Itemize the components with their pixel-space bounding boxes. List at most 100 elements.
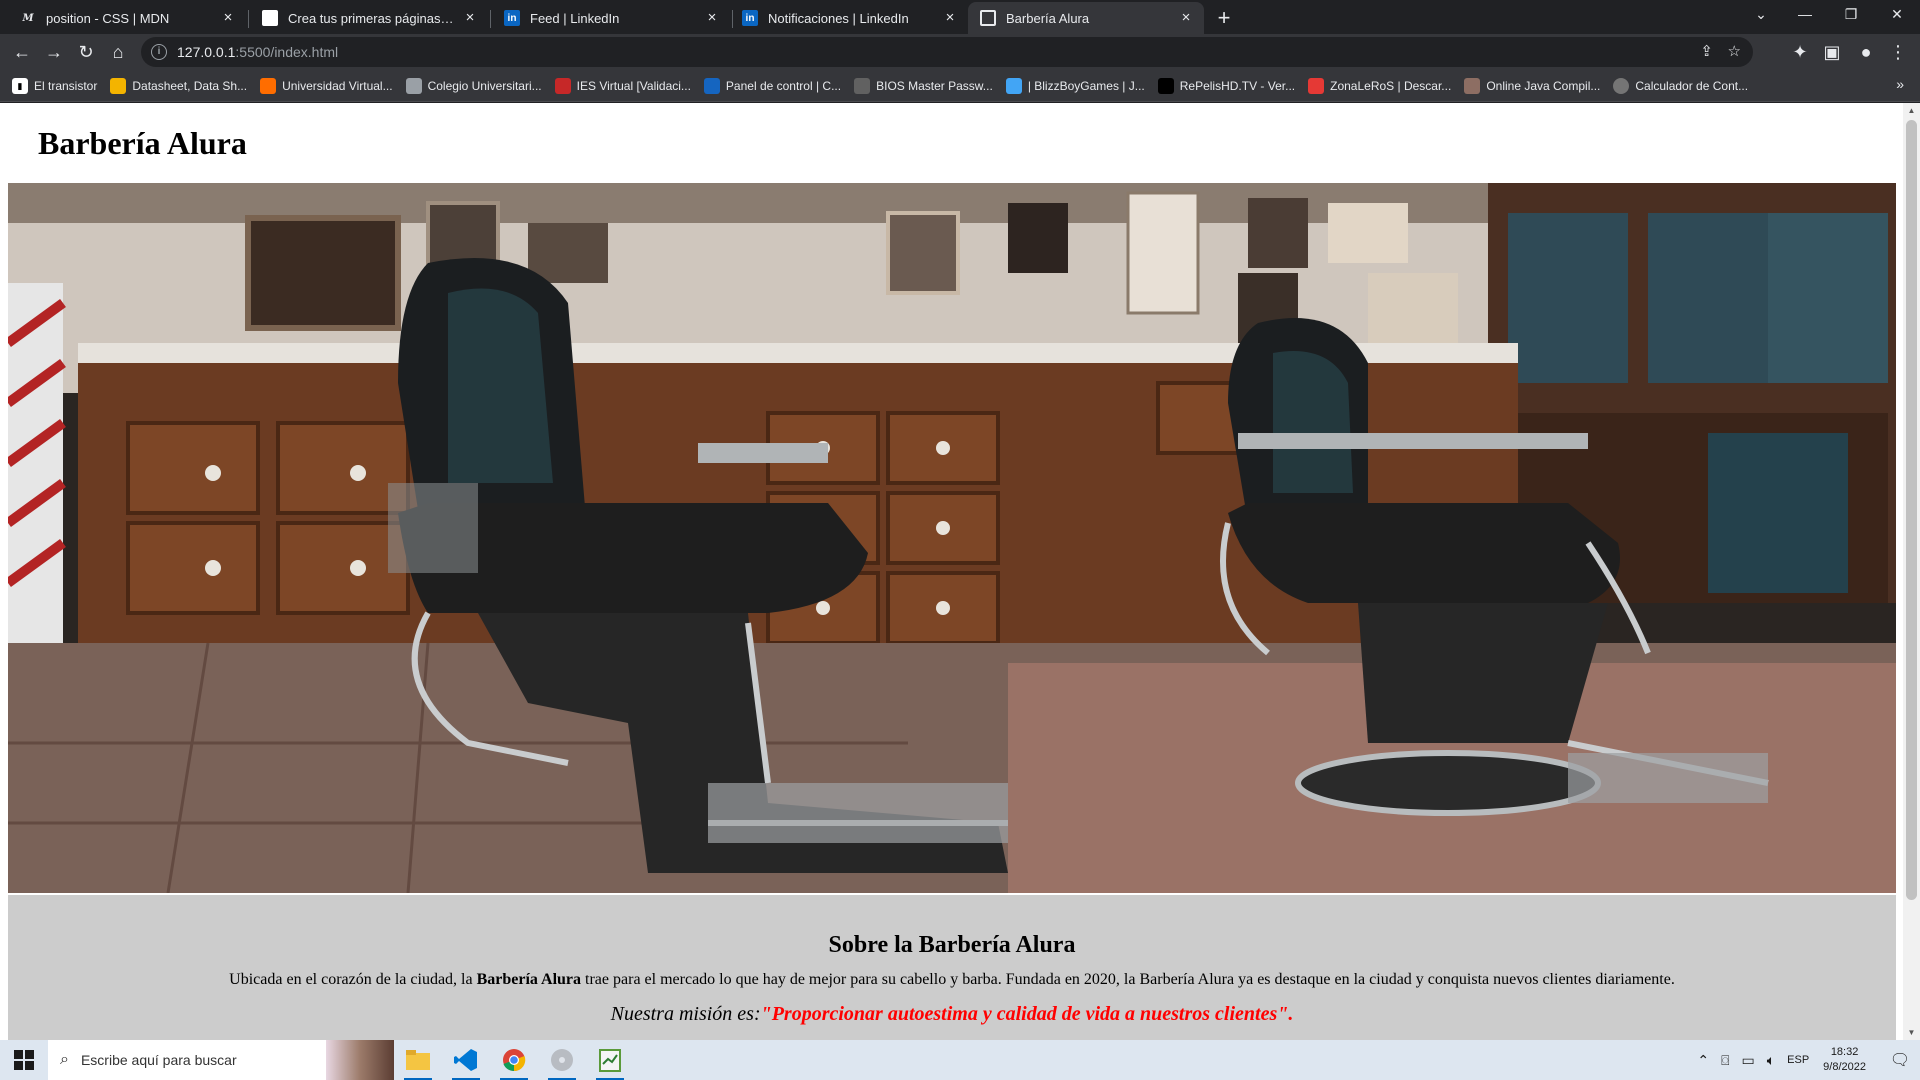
home-button[interactable]: ⌂ bbox=[104, 38, 132, 66]
about-description: Ubicada en el corazón de la ciudad, la B… bbox=[8, 971, 1896, 989]
description-text-end: trae para el mercado lo que hay de mejor… bbox=[581, 971, 1675, 988]
site-info-icon[interactable]: i bbox=[151, 44, 167, 60]
scroll-thumb[interactable] bbox=[1906, 120, 1917, 900]
mission-statement: Nuestra misión es:"Proporcionar autoesti… bbox=[8, 1003, 1896, 1026]
bookmark-item[interactable]: Universidad Virtual... bbox=[260, 77, 393, 94]
tab-linkedin-feed[interactable]: in Feed | LinkedIn × bbox=[492, 2, 730, 34]
profile-avatar[interactable]: ● bbox=[1852, 38, 1880, 66]
bookmark-label: Online Java Compil... bbox=[1486, 78, 1601, 93]
bookmark-item[interactable]: Online Java Compil... bbox=[1464, 77, 1601, 94]
page-viewport: Barbería Alura Sobre la Barbería Alura U… bbox=[0, 103, 1920, 1040]
mission-quote: "Proporcionar autoestima y calidad de vi… bbox=[760, 1003, 1294, 1025]
taskbar-search-box[interactable]: ⌕ Escribe aquí para buscar bbox=[48, 1040, 394, 1080]
back-button[interactable]: ← bbox=[8, 38, 36, 66]
minimize-button[interactable]: — bbox=[1782, 0, 1828, 30]
bookmark-favicon bbox=[1157, 77, 1174, 94]
bookmark-label: RePelisHD.TV - Ver... bbox=[1179, 78, 1296, 93]
notification-center-icon[interactable]: 🗨︎ bbox=[1880, 1040, 1920, 1080]
clock-date: 9/8/2022 bbox=[1823, 1061, 1866, 1073]
chrome-icon[interactable] bbox=[490, 1040, 538, 1080]
search-placeholder: Escribe aquí para buscar bbox=[80, 1052, 237, 1068]
tab-search-chevron-icon[interactable]: ⌄ bbox=[1738, 0, 1784, 30]
bookmark-label: Datasheet, Data Sh... bbox=[132, 78, 248, 93]
scroll-up-arrow-icon[interactable]: ▲ bbox=[1907, 106, 1916, 115]
notepad-icon[interactable] bbox=[586, 1040, 634, 1080]
address-bar[interactable]: i 127.0.0.1:5500/index.html ⇪ ☆ bbox=[141, 37, 1753, 67]
bookmark-star-icon[interactable]: ☆ bbox=[1728, 37, 1741, 67]
restore-button[interactable]: ❐ bbox=[1828, 0, 1874, 30]
bookmark-favicon bbox=[1613, 77, 1630, 94]
bookmark-favicon: ▮ bbox=[12, 77, 28, 94]
scroll-down-arrow-icon[interactable]: ▼ bbox=[1907, 1028, 1916, 1037]
bookmark-favicon bbox=[1308, 77, 1325, 94]
tab-barberia-alura[interactable]: Barbería Alura × bbox=[968, 2, 1204, 34]
forward-button[interactable]: → bbox=[40, 38, 68, 66]
tab-separator bbox=[248, 10, 249, 28]
tab-title: Notificaciones | LinkedIn bbox=[768, 10, 909, 26]
share-icon[interactable]: ⇪ bbox=[1700, 37, 1713, 67]
clock-time: 18:32 bbox=[1830, 1046, 1859, 1058]
page-header: Barbería Alura bbox=[0, 103, 1920, 183]
bookmarks-bar: ▮ El transistor Datasheet, Data Sh... Uni… bbox=[0, 70, 1920, 102]
browser-toolbar: ← → ↻ ⌂ i 127.0.0.1:5500/index.html ⇪ ☆ … bbox=[0, 34, 1920, 70]
start-button[interactable] bbox=[0, 1040, 48, 1080]
bookmark-label: | BlizzBoyGames | J... bbox=[1027, 78, 1145, 93]
more-bookmarks-icon[interactable]: » bbox=[1896, 76, 1904, 92]
bookmark-label: Universidad Virtual... bbox=[282, 78, 393, 93]
volume-icon[interactable]: 🔈︎ bbox=[1767, 1052, 1775, 1069]
bookmark-item[interactable]: RePelisHD.TV - Ver... bbox=[1157, 77, 1296, 94]
new-tab-button[interactable]: + bbox=[1210, 5, 1238, 33]
bookmark-item[interactable]: Panel de control | C... bbox=[703, 77, 842, 94]
tab-mdn[interactable]: M position - CSS | MDN × bbox=[8, 2, 246, 34]
reload-button[interactable]: ↻ bbox=[72, 38, 100, 66]
tab-alura-course[interactable]: Crea tus primeras páginas web e × bbox=[250, 2, 488, 34]
bookmark-item[interactable]: IES Virtual [Validaci... bbox=[554, 77, 691, 94]
bookmark-item[interactable]: Datasheet, Data Sh... bbox=[110, 77, 248, 94]
site-title: Barbería Alura bbox=[38, 124, 247, 161]
menu-kebab-icon[interactable]: ⋮ bbox=[1884, 38, 1912, 66]
side-panel-icon[interactable]: ▣ bbox=[1818, 38, 1846, 66]
tab-title: Crea tus primeras páginas web e bbox=[288, 10, 456, 26]
bookmark-item[interactable]: BIOS Master Passw... bbox=[854, 77, 993, 94]
camera-icon[interactable]: ⌼ bbox=[1721, 1052, 1729, 1069]
close-window-button[interactable]: ✕ bbox=[1874, 0, 1920, 30]
system-tray: ⌃ ⌼ ▭ 🔈︎ ESP 18:32 9/8/2022 🗨︎ bbox=[1691, 1040, 1920, 1080]
chevron-up-icon[interactable]: ⌃ bbox=[1697, 1052, 1709, 1069]
bookmark-label: ZonaLeRoS | Descar... bbox=[1330, 78, 1452, 93]
bookmark-item[interactable]: Calculador de Cont... bbox=[1613, 77, 1748, 94]
page-icon bbox=[262, 10, 278, 26]
close-icon[interactable]: × bbox=[942, 10, 958, 26]
bookmark-favicon bbox=[110, 77, 127, 94]
bookmark-favicon bbox=[405, 77, 422, 94]
mission-label: Nuestra misión es: bbox=[610, 1003, 761, 1025]
windows-taskbar: ⌕ Escribe aquí para buscar ⌃ ⌼ ▭ 🔈︎ ESP … bbox=[0, 1040, 1920, 1080]
disc-icon[interactable] bbox=[538, 1040, 586, 1080]
close-icon[interactable]: × bbox=[220, 10, 236, 26]
network-icon[interactable]: ▭ bbox=[1742, 1052, 1755, 1069]
bookmark-label: Colegio Universitari... bbox=[427, 78, 542, 93]
url-text[interactable]: 127.0.0.1:5500/index.html bbox=[177, 44, 338, 60]
file-explorer-icon[interactable] bbox=[394, 1040, 442, 1080]
close-icon[interactable]: × bbox=[462, 10, 478, 26]
bookmark-favicon bbox=[854, 77, 871, 94]
bookmark-item[interactable]: ▮ El transistor bbox=[12, 77, 97, 94]
language-indicator[interactable]: ESP bbox=[1787, 1054, 1809, 1066]
url-host: 127.0.0.1 bbox=[177, 44, 236, 60]
bookmark-item[interactable]: | BlizzBoyGames | J... bbox=[1005, 77, 1145, 94]
bookmark-item[interactable]: Colegio Universitari... bbox=[405, 77, 542, 94]
close-icon[interactable]: × bbox=[1178, 10, 1194, 26]
bookmark-favicon bbox=[554, 77, 571, 94]
extensions-puzzle-icon[interactable]: ✦ bbox=[1786, 38, 1814, 66]
page-scrollbar[interactable]: ▲ ▼ bbox=[1903, 103, 1920, 1040]
globe-icon bbox=[980, 10, 996, 26]
tab-title: Feed | LinkedIn bbox=[530, 10, 620, 26]
tab-title: position - CSS | MDN bbox=[46, 10, 170, 26]
close-icon[interactable]: × bbox=[704, 10, 720, 26]
taskbar-clock[interactable]: 18:32 9/8/2022 bbox=[1823, 1045, 1866, 1075]
bookmark-item[interactable]: ZonaLeRoS | Descar... bbox=[1308, 77, 1452, 94]
bookmark-label: Panel de control | C... bbox=[725, 78, 842, 93]
hero-banner-image bbox=[8, 183, 1896, 893]
tab-linkedin-notifications[interactable]: in Notificaciones | LinkedIn × bbox=[730, 2, 968, 34]
bookmark-favicon bbox=[1464, 77, 1481, 94]
vscode-icon[interactable] bbox=[442, 1040, 490, 1080]
